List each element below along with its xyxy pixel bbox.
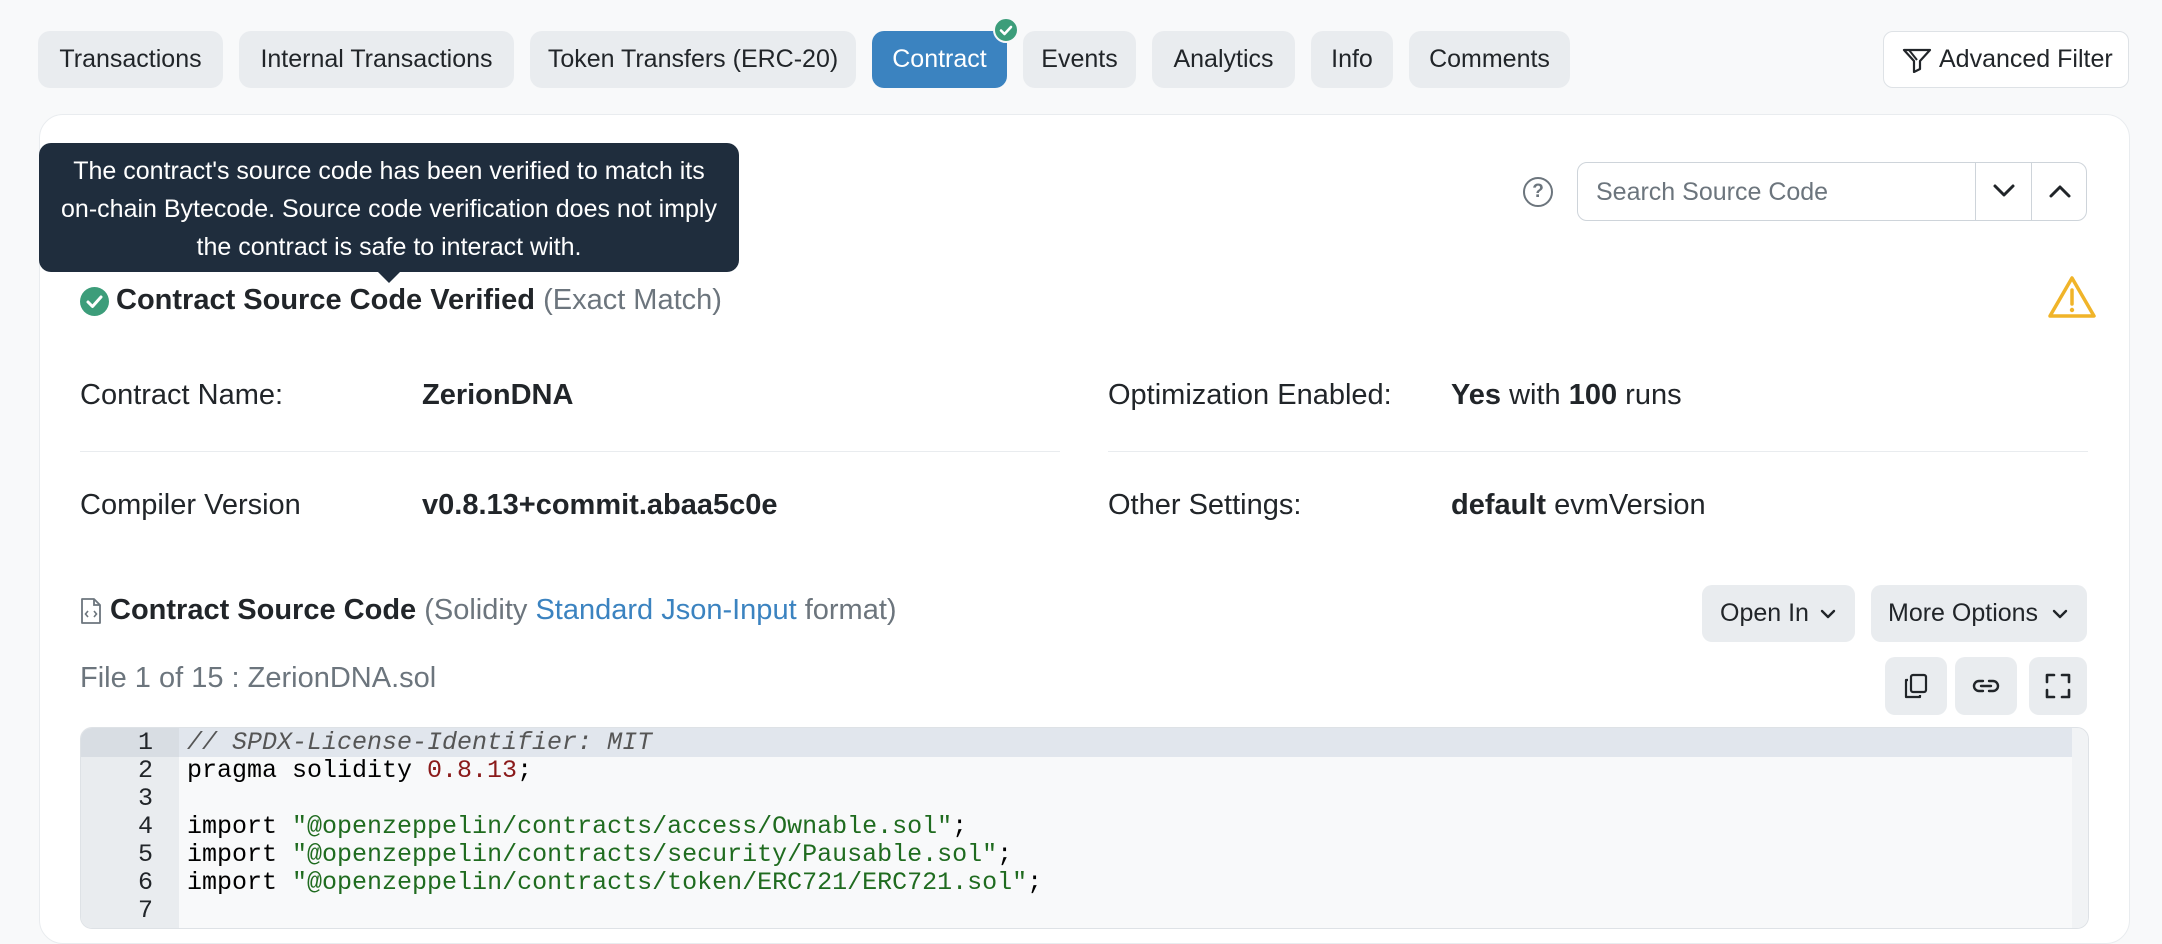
optimization-with: with <box>1509 379 1561 411</box>
tab-analytics[interactable]: Analytics <box>1152 31 1295 88</box>
file-code-icon <box>81 598 101 624</box>
verified-check-icon <box>993 17 1019 43</box>
filter-icon <box>1902 48 1932 73</box>
source-format-prefix: (Solidity <box>424 594 528 626</box>
divider <box>80 451 1060 452</box>
line-number: 1 <box>137 728 153 757</box>
code-string: "@openzeppelin/contracts/access/Ownable.… <box>292 812 953 841</box>
code-line: import "@openzeppelin/contracts/access/O… <box>187 812 967 841</box>
line-number: 7 <box>137 896 153 925</box>
compiler-version-label: Compiler Version <box>80 489 301 521</box>
code-punct: ; <box>952 812 968 841</box>
copy-button[interactable] <box>1885 657 1947 715</box>
other-settings-value: default evmVersion <box>1451 489 1706 522</box>
source-code-editor[interactable]: 1 2 3 4 5 6 7 // SPDX-License-Identifier… <box>80 727 2089 929</box>
settings-default: default <box>1451 489 1547 521</box>
chevron-up-icon <box>2049 185 2071 198</box>
scrollbar[interactable] <box>2072 728 2088 928</box>
tab-transactions[interactable]: Transactions <box>38 31 223 88</box>
help-icon[interactable]: ? <box>1523 177 1553 207</box>
code-punct: ; <box>517 756 533 785</box>
advanced-filter-button[interactable]: Advanced Filter <box>1883 31 2129 88</box>
line-number: 2 <box>137 756 153 785</box>
verified-subtitle: (Exact Match) <box>543 284 722 316</box>
code-keyword: import <box>187 840 293 869</box>
divider <box>1108 451 2088 452</box>
source-format-suffix: format) <box>804 594 897 626</box>
line-number: 6 <box>137 868 153 897</box>
file-info: File 1 of 15 : ZerionDNA.sol <box>80 662 437 694</box>
open-in-button[interactable]: Open In <box>1702 585 1855 642</box>
verified-title-text: Contract Source Code Verified <box>116 284 535 316</box>
source-code-title: Contract Source Code (Solidity Standard … <box>110 594 897 627</box>
search-source-box <box>1577 162 2088 222</box>
tab-internal-transactions[interactable]: Internal Transactions <box>239 31 514 88</box>
optimization-label: Optimization Enabled: <box>1108 379 1392 411</box>
code-string: "@openzeppelin/contracts/token/ERC721/ER… <box>292 868 1028 897</box>
tooltip-arrow <box>377 271 401 283</box>
permalink-button[interactable] <box>1955 657 2017 715</box>
other-settings-label: Other Settings: <box>1108 489 1302 521</box>
code-punct: ; <box>997 840 1013 869</box>
copy-icon <box>1904 673 1928 699</box>
verification-tooltip: The contract's source code has been veri… <box>39 143 739 272</box>
chevron-down-icon <box>1820 609 1836 619</box>
optimization-runs-word: runs <box>1625 379 1682 411</box>
line-number: 4 <box>137 812 153 841</box>
warning-icon[interactable] <box>2048 275 2096 319</box>
code-number: 0.8.13 <box>427 756 518 785</box>
source-title-text: Contract Source Code <box>110 594 417 626</box>
code-punct: ; <box>1027 868 1043 897</box>
tab-comments[interactable]: Comments <box>1409 31 1570 88</box>
search-next-button[interactable] <box>1975 163 2032 220</box>
advanced-filter-label: Advanced Filter <box>1939 45 2113 73</box>
standard-json-input-link[interactable]: Standard Json-Input <box>535 594 796 626</box>
more-options-label: More Options <box>1888 599 2039 627</box>
code-string: "@openzeppelin/contracts/security/Pausab… <box>292 840 998 869</box>
tab-token-transfers[interactable]: Token Transfers (ERC-20) <box>530 31 856 88</box>
code-line: import "@openzeppelin/contracts/token/ER… <box>187 868 1042 897</box>
code-keyword: pragma solidity <box>187 756 428 785</box>
line-number: 3 <box>137 784 153 813</box>
code-line: pragma solidity 0.8.13; <box>187 756 532 785</box>
line-number: 5 <box>137 840 153 869</box>
open-in-label: Open In <box>1720 599 1809 627</box>
contract-name-value: ZerionDNA <box>422 379 574 411</box>
tab-info[interactable]: Info <box>1311 31 1393 88</box>
compiler-version-value: v0.8.13+commit.abaa5c0e <box>422 489 778 521</box>
chevron-down-icon <box>1993 184 2015 197</box>
more-options-button[interactable]: More Options <box>1871 585 2087 642</box>
optimization-runs: 100 <box>1568 379 1618 411</box>
verified-check-icon <box>80 287 109 316</box>
code-keyword: import <box>187 812 293 841</box>
code-line: import "@openzeppelin/contracts/security… <box>187 840 1012 869</box>
contract-name-label: Contract Name: <box>80 379 284 411</box>
link-icon <box>1972 679 2000 693</box>
optimization-yes: Yes <box>1451 379 1501 411</box>
code-keyword: import <box>187 868 293 897</box>
search-source-input[interactable] <box>1594 163 1958 222</box>
settings-evm: evmVersion <box>1554 489 1706 521</box>
tab-events[interactable]: Events <box>1023 31 1136 88</box>
code-line: // SPDX-License-Identifier: MIT <box>187 728 653 757</box>
optimization-value: Yes with 100 runs <box>1451 379 1682 412</box>
tab-contract[interactable]: Contract <box>872 31 1007 88</box>
verified-title: Contract Source Code Verified (Exact Mat… <box>116 284 722 317</box>
fullscreen-button[interactable] <box>2029 657 2087 715</box>
expand-icon <box>2045 673 2071 699</box>
search-prev-button[interactable] <box>2031 163 2088 220</box>
chevron-down-icon <box>2052 609 2068 619</box>
